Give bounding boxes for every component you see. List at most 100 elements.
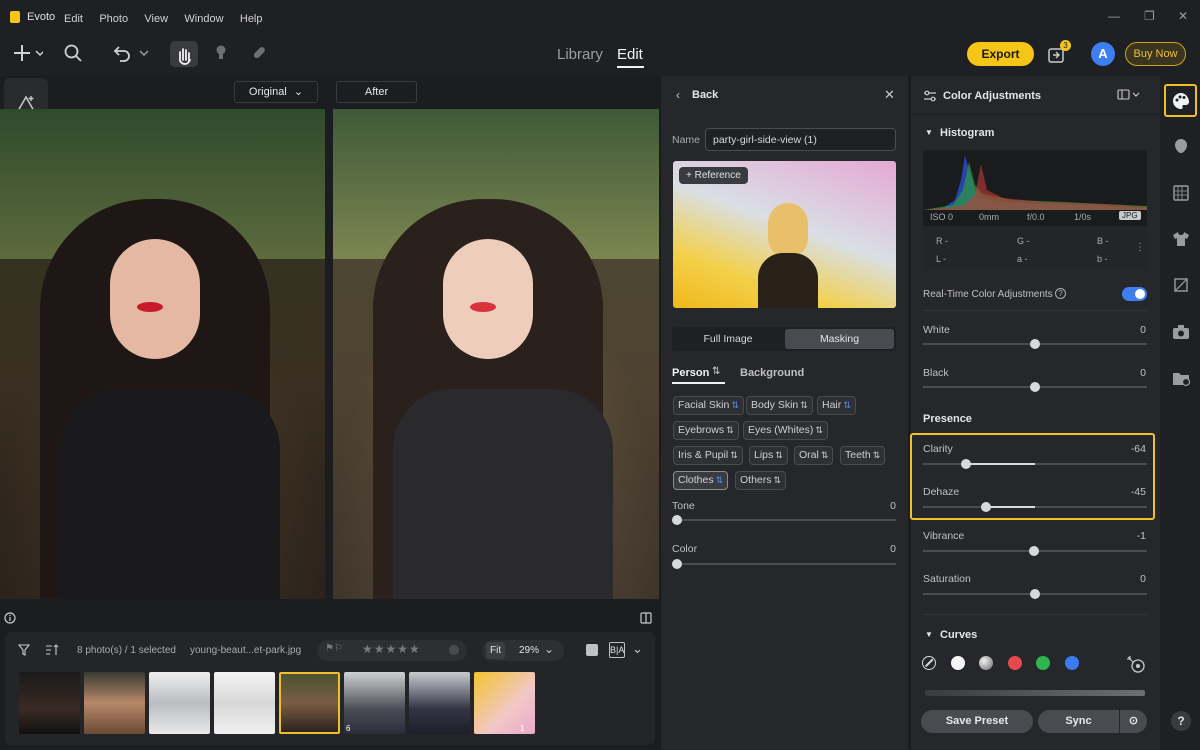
subtab-background[interactable]: Background (740, 367, 804, 379)
info-icon[interactable] (4, 612, 16, 624)
panel-layout-icon[interactable] (1117, 89, 1143, 101)
thumbnail[interactable] (214, 672, 275, 734)
subtab-person[interactable]: Person (672, 367, 709, 379)
hand-tool-button[interactable] (170, 41, 198, 67)
original-dropdown[interactable]: Original ⌄ (234, 81, 318, 103)
nav-library[interactable]: Library (557, 46, 603, 63)
rgb-readout: R - G - B - L - a - b - ⋮ (923, 226, 1147, 270)
crop-icon[interactable] (1172, 276, 1190, 294)
curve-all-channel-icon[interactable] (922, 656, 936, 670)
undo-icon[interactable] (112, 44, 152, 62)
thumbnail[interactable] (149, 672, 210, 734)
tone-slider[interactable] (672, 519, 896, 521)
close-icon[interactable]: ✕ (884, 87, 895, 103)
thumbnail[interactable] (474, 672, 535, 734)
split-view-icon[interactable] (640, 612, 652, 624)
color-slider[interactable] (672, 563, 896, 565)
after-label[interactable]: After (336, 81, 417, 103)
swap-icon[interactable]: ⇅ (712, 366, 720, 377)
curve-picker-icon[interactable] (1126, 655, 1146, 673)
star-rating[interactable]: ★★★★★ (362, 642, 421, 656)
collapse-triangle-icon[interactable]: ▼ (925, 128, 933, 137)
thumbnail[interactable] (344, 672, 405, 734)
tone-slider-knob[interactable] (672, 515, 682, 525)
avatar[interactable]: A (1091, 42, 1115, 66)
thumbnail[interactable] (409, 672, 470, 734)
save-preset-button[interactable]: Save Preset (921, 710, 1033, 733)
curve-blue-channel[interactable] (1065, 656, 1079, 670)
chip-clothes[interactable]: Clothes ⇅ (673, 471, 729, 490)
collapse-triangle-icon[interactable]: ▼ (925, 630, 933, 639)
folder-watch-icon[interactable] (1172, 370, 1192, 388)
buy-now-button[interactable]: Buy Now (1125, 42, 1186, 66)
color-slider-knob[interactable] (672, 559, 682, 569)
chip-hair[interactable]: Hair ⇅ (817, 396, 856, 415)
name-input[interactable]: party-girl-side-view (1) (705, 128, 896, 151)
single-view-icon[interactable] (586, 644, 598, 656)
add-reference-button[interactable]: + Reference (679, 167, 748, 184)
chip-oral[interactable]: Oral ⇅ (794, 446, 834, 465)
menu-item-view[interactable]: View (144, 13, 168, 25)
curve-white-channel[interactable] (951, 656, 965, 670)
chip-facial-skin[interactable]: Facial Skin ⇅ (673, 396, 744, 415)
chip-lips[interactable]: Lips ⇅ (749, 446, 788, 465)
back-button[interactable]: Back (692, 89, 718, 101)
chip-teeth[interactable]: Teeth ⇅ (840, 446, 886, 465)
menu-item-help[interactable]: Help (240, 13, 263, 25)
menu-item-edit[interactable]: Edit (64, 13, 83, 25)
bandage-icon[interactable] (250, 44, 268, 62)
export-button[interactable]: Export (967, 42, 1034, 66)
minimize-icon[interactable]: — (1108, 9, 1120, 23)
chip-iris-pupil[interactable]: Iris & Pupil ⇅ (673, 446, 743, 465)
nav-edit[interactable]: Edit (617, 46, 643, 63)
add-icon[interactable] (13, 43, 43, 63)
filter-funnel-icon[interactable] (18, 644, 30, 656)
tab-full-image[interactable]: Full Image (672, 327, 784, 351)
menu-item-photo[interactable]: Photo (99, 13, 128, 25)
before-after-icon[interactable]: B|A (609, 642, 625, 658)
search-icon[interactable] (64, 44, 82, 62)
white-slider-knob[interactable] (1030, 339, 1040, 349)
thumbnail-selected[interactable] (279, 672, 340, 734)
after-photo[interactable] (333, 109, 659, 599)
fit-button[interactable]: Fit (486, 642, 506, 659)
restore-icon[interactable]: ❐ (1144, 9, 1155, 23)
thumbnail[interactable] (84, 672, 145, 734)
vibrance-slider-knob[interactable] (1029, 546, 1039, 556)
black-slider-knob[interactable] (1030, 382, 1040, 392)
camera-icon[interactable] (1172, 323, 1190, 341)
chip-others[interactable]: Others ⇅ (735, 471, 787, 490)
help-button[interactable]: ? (1171, 711, 1191, 731)
color-adjustments-tab[interactable] (1164, 84, 1197, 117)
thumbnail[interactable] (19, 672, 80, 734)
chip-eyebrows[interactable]: Eyebrows ⇅ (673, 421, 739, 440)
stamp-icon[interactable] (212, 44, 230, 62)
original-photo[interactable] (0, 109, 325, 599)
menu-item-window[interactable]: Window (184, 13, 223, 25)
color-label-icon[interactable] (449, 645, 459, 655)
curve-red-channel[interactable] (1008, 656, 1022, 670)
sync-button[interactable]: Sync (1038, 710, 1119, 733)
zoom-control[interactable]: Fit 29% ⌄ (482, 640, 564, 661)
chevron-down-icon[interactable]: ⌄ (632, 641, 643, 657)
sort-icon[interactable] (45, 644, 59, 656)
background-icon[interactable] (1172, 184, 1190, 202)
curve-green-channel[interactable] (1036, 656, 1050, 670)
back-chevron-icon[interactable]: ‹ (676, 88, 680, 102)
saturation-slider-knob[interactable] (1030, 589, 1040, 599)
face-retouch-icon[interactable] (1172, 137, 1190, 155)
chip-body-skin[interactable]: Body Skin ⇅ (746, 396, 813, 415)
tab-masking[interactable]: Masking (785, 329, 894, 349)
flag-icon[interactable]: ⚑⚐ (325, 643, 343, 654)
clothing-icon[interactable] (1172, 230, 1190, 248)
chip-eyes-whites[interactable]: Eyes (Whites) ⇅ (743, 421, 828, 440)
curve-luminance-channel[interactable] (979, 656, 993, 670)
sync-settings-button[interactable]: ⊙ (1120, 710, 1147, 733)
curve-graph-preview[interactable] (925, 690, 1145, 696)
more-icon[interactable]: ⋮ (1135, 242, 1145, 253)
close-window-icon[interactable]: ✕ (1178, 9, 1188, 23)
title-bar: Evoto Edit Photo View Window Help — ❐ ✕ (0, 0, 1200, 34)
chip-label: Iris & Pupil (678, 449, 729, 461)
realtime-toggle[interactable] (1122, 287, 1147, 301)
help-circle-icon[interactable]: ? (1055, 288, 1066, 299)
